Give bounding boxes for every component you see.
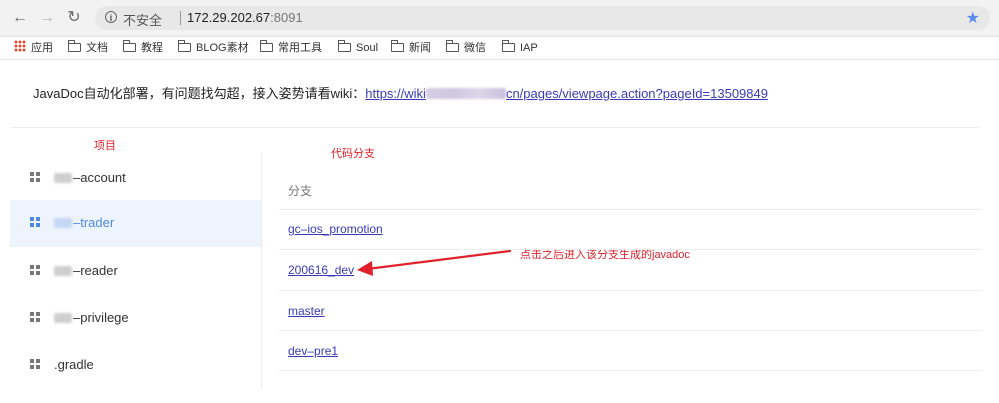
folder-icon bbox=[178, 40, 191, 52]
folder-icon bbox=[68, 40, 81, 52]
reload-icon[interactable]: ↻ bbox=[64, 8, 84, 28]
folder-icon bbox=[502, 40, 515, 52]
address-bar[interactable]: i 不安全 172.29.202.67:8091 ★ bbox=[95, 6, 990, 30]
bookmark-tools[interactable]: 常用工具 bbox=[260, 40, 322, 56]
bookmark-blog[interactable]: BLOG素材 bbox=[178, 40, 249, 56]
url-text: 172.29.202.67:8091 bbox=[187, 10, 303, 25]
redacted-text bbox=[54, 218, 72, 228]
project-sidebar: –account –trader –reader –privilege .gra… bbox=[10, 153, 262, 389]
project-label: –trader bbox=[73, 215, 115, 230]
grid-icon bbox=[30, 217, 40, 227]
redacted-text bbox=[425, 88, 506, 99]
project-item-trader[interactable]: –trader bbox=[10, 200, 261, 247]
project-label: –reader bbox=[73, 263, 118, 278]
row-divider bbox=[279, 330, 982, 331]
wiki-link[interactable]: https://wiki cn/pages/viewpage.action?pag… bbox=[365, 86, 768, 101]
folder-icon bbox=[260, 40, 273, 52]
redacted-text bbox=[54, 173, 72, 183]
row-divider bbox=[279, 290, 982, 291]
bookmark-tutorials[interactable]: 教程 bbox=[123, 40, 163, 56]
redacted-text bbox=[54, 313, 72, 323]
annotation-arrow-icon bbox=[357, 249, 512, 276]
annotation-projects: 项目 bbox=[94, 140, 116, 152]
arrow-right-icon[interactable]: → bbox=[37, 8, 57, 28]
folder-icon bbox=[123, 40, 136, 52]
header-divider bbox=[10, 127, 980, 128]
grid-icon bbox=[30, 265, 40, 275]
bookmark-news[interactable]: 新闻 bbox=[391, 40, 431, 56]
folder-icon bbox=[338, 40, 351, 52]
project-label: .gradle bbox=[54, 357, 94, 372]
grid-icon bbox=[30, 172, 40, 182]
row-divider bbox=[279, 370, 982, 371]
bookmark-iap[interactable]: IAP bbox=[502, 40, 538, 56]
project-item-reader[interactable]: –reader bbox=[10, 248, 261, 295]
folder-icon bbox=[446, 40, 459, 52]
bookmarks-bar: 应用 文档 教程 BLOG素材 常用工具 Soul 新闻 微信 IAP bbox=[0, 37, 999, 60]
grid-icon bbox=[30, 359, 40, 369]
project-item-privilege[interactable]: –privilege bbox=[10, 295, 261, 342]
address-separator bbox=[180, 11, 181, 25]
bookmark-wechat[interactable]: 微信 bbox=[446, 40, 486, 56]
branch-link[interactable]: gc–ios_promotion bbox=[288, 222, 383, 236]
security-label: 不安全 bbox=[123, 13, 163, 28]
branch-link[interactable]: dev–pre1 bbox=[288, 344, 338, 358]
bookmark-soul[interactable]: Soul bbox=[338, 40, 378, 56]
info-icon[interactable]: i bbox=[105, 11, 117, 23]
redacted-text bbox=[54, 266, 72, 276]
arrow-left-icon[interactable]: ← bbox=[10, 8, 30, 28]
project-item-gradle[interactable]: .gradle bbox=[10, 342, 261, 389]
intro-label: JavaDoc自动化部署，有问题找勾超，接入姿势请看wiki： bbox=[33, 86, 366, 101]
project-label: –privilege bbox=[73, 310, 129, 325]
grid-icon bbox=[30, 312, 40, 322]
apps-grid-icon bbox=[14, 40, 26, 52]
bookmark-docs[interactable]: 文档 bbox=[68, 40, 108, 56]
browser-toolbar: ← → ↻ i 不安全 172.29.202.67:8091 ★ bbox=[0, 0, 999, 37]
annotation-branches: 代码分支 bbox=[331, 148, 375, 160]
branch-column-header: 分支 bbox=[288, 184, 313, 198]
branch-link[interactable]: 200616_dev bbox=[288, 263, 354, 277]
project-item-account[interactable]: –account bbox=[10, 155, 261, 202]
row-divider bbox=[279, 209, 982, 210]
bookmark-apps[interactable]: 应用 bbox=[14, 40, 53, 56]
branch-link[interactable]: master bbox=[288, 304, 325, 318]
project-label: –account bbox=[73, 170, 126, 185]
star-icon[interactable]: ★ bbox=[966, 8, 980, 28]
folder-icon bbox=[391, 40, 404, 52]
intro-text: JavaDoc自动化部署，有问题找勾超，接入姿势请看wiki：https://w… bbox=[33, 83, 768, 102]
